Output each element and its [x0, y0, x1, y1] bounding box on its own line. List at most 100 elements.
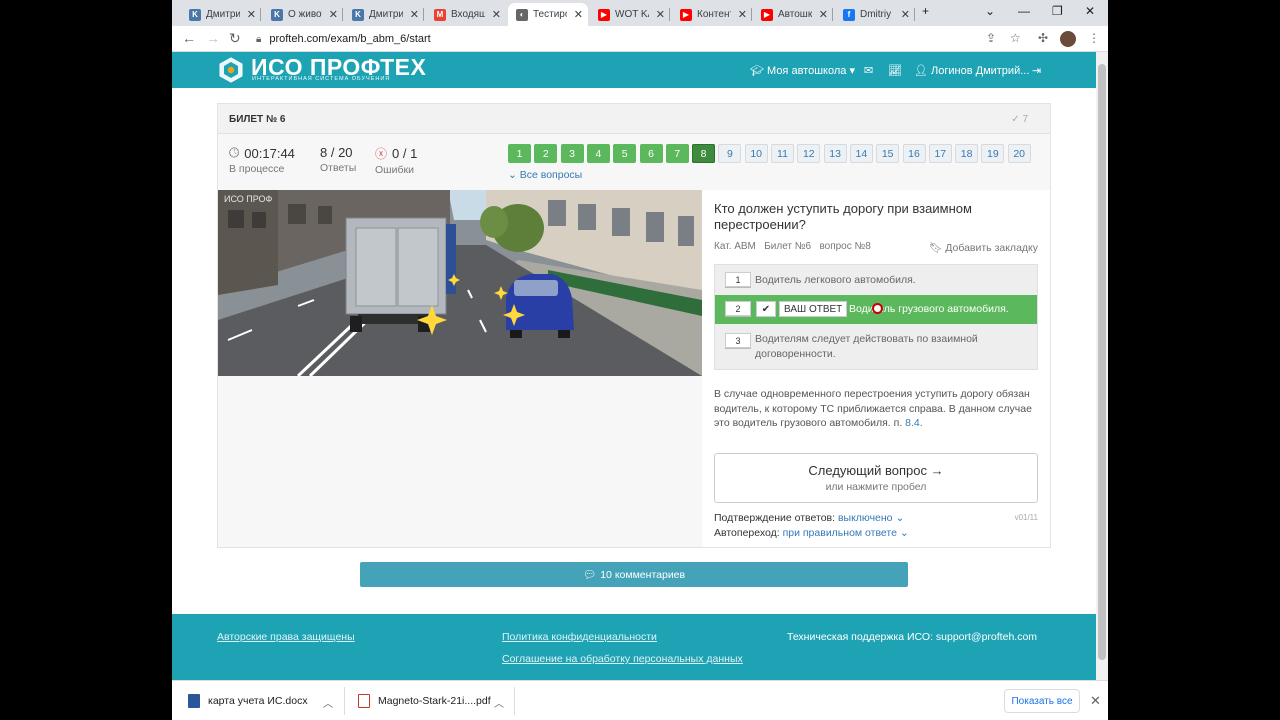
download-item-1[interactable]: карта учета ИС.docx ︿ [188, 681, 338, 720]
question-number-button[interactable]: 18 [955, 144, 979, 163]
bookmark-star-icon[interactable]: ☆ [1010, 31, 1021, 45]
close-tab-icon[interactable]: ✕ [901, 8, 910, 21]
privacy-link[interactable]: Политика конфиденциальности [502, 631, 657, 643]
new-tab-icon[interactable]: + [922, 4, 929, 18]
question-number-button[interactable]: 2 [534, 144, 558, 163]
envelope-icon[interactable]: ✉ [864, 64, 873, 77]
chevron-up-icon[interactable]: ︿ [323, 695, 333, 710]
confirm-dropdown[interactable]: выключено ⌄ [838, 512, 904, 524]
menu-icon[interactable]: ⋮ [1088, 31, 1100, 45]
question-number-button[interactable]: 5 [613, 144, 637, 163]
comments-button[interactable]: 💬︎ 10 комментариев [360, 562, 908, 587]
question-number-button[interactable]: 8 [692, 144, 716, 163]
next-question-hint: или нажмите пробел [825, 481, 927, 493]
browser-tab[interactable]: K О живот ✕ [263, 3, 343, 26]
question-number-button[interactable]: 10 [744, 144, 768, 163]
confirm-label: Подтверждение ответов: [714, 512, 836, 524]
user-menu[interactable]: 👤︎ Логинов Дмитрий... [914, 64, 1029, 77]
browser-tab[interactable]: K Дмитрий ✕ [181, 3, 261, 26]
exam-card: БИЛЕТ № 6 ✓ 7 🕓︎ 00:17:44 В процессе 8 / … [217, 103, 1051, 548]
stats-chart-icon[interactable]: 📈︎ [888, 64, 902, 77]
question-number-button[interactable]: 14 [849, 144, 873, 163]
close-window-icon[interactable]: ✕ [1085, 4, 1095, 18]
browser-tab[interactable]: f Dmitriy ✕ [835, 3, 915, 26]
explanation: В случае одновременного перестроения уст… [714, 387, 1036, 431]
question-number-button[interactable]: 15 [876, 144, 900, 163]
scrollbar-thumb[interactable] [1098, 64, 1106, 660]
browser-tab[interactable]: ▶ WOT KA ✕ [590, 3, 670, 26]
close-tab-icon[interactable]: ✕ [656, 8, 665, 21]
copyright-link[interactable]: Авторские права защищены [217, 631, 355, 643]
tab-title: Тестиро [533, 9, 567, 20]
chevron-down-icon: ⌄ [895, 512, 905, 524]
close-tab-icon[interactable]: ✕ [738, 8, 747, 21]
tab-title: Контент [697, 9, 731, 20]
question-image: ИСО ПРОФ [218, 190, 702, 376]
question-number-button[interactable]: 17 [928, 144, 952, 163]
card-header: БИЛЕТ № 6 ✓ 7 [218, 104, 1050, 134]
chevron-up-icon[interactable]: ︿ [494, 695, 504, 710]
logo-title[interactable]: ИСО ПРОФТЕХ [251, 56, 426, 79]
download-name: Magneto-Stark-21i....pdf [378, 695, 491, 707]
tab-title: Входящ [451, 9, 485, 20]
url-field[interactable]: 🔒︎ profteh.com/exam/b_abm_6/start [256, 30, 431, 48]
tab-separator [342, 8, 343, 21]
back-icon[interactable]: ← [182, 30, 196, 46]
question-number-button[interactable]: 20 [1007, 144, 1031, 163]
question-number-button[interactable]: 9 [718, 144, 742, 163]
close-downloads-icon[interactable]: ✕ [1090, 693, 1101, 709]
browser-tab[interactable]: M Входящ ✕ [426, 3, 506, 26]
check-count: ✓ 7 [1011, 114, 1028, 125]
extensions-icon[interactable]: ✣ [1038, 31, 1048, 45]
question-number-button[interactable]: 16 [902, 144, 926, 163]
scrollbar[interactable] [1096, 52, 1108, 680]
close-tab-icon[interactable]: ✕ [492, 8, 501, 21]
question-number-button[interactable]: 7 [665, 144, 689, 163]
bookmark-icon: 🔖︎ [928, 242, 943, 254]
profteh-icon: ◐ [516, 8, 528, 21]
question-number-button[interactable]: 13 [823, 144, 847, 163]
logo-icon[interactable] [218, 57, 244, 83]
forward-icon[interactable]: → [206, 30, 220, 46]
close-tab-icon[interactable]: ✕ [329, 8, 338, 21]
close-tab-icon[interactable]: ✕ [410, 8, 419, 21]
autoadvance-dropdown[interactable]: при правильном ответе ⌄ [783, 527, 909, 539]
add-bookmark-button[interactable]: 🔖︎ Добавить закладку [929, 241, 1038, 254]
answer-option-1[interactable]: 1 Водитель легкового автомобиля. [715, 265, 1037, 295]
answer-option-3[interactable]: 3 Водителям следует действовать по взаим… [715, 324, 1037, 370]
reload-icon[interactable]: ↻ [229, 30, 241, 47]
share-icon[interactable]: ⇪ [986, 31, 996, 45]
personal-data-link[interactable]: Соглашение на обработку персональных дан… [502, 653, 743, 665]
logout-icon[interactable]: ⇥ [1032, 64, 1041, 77]
not-allowed-cursor-icon [872, 303, 883, 314]
browser-tab[interactable]: ▶ Контент ✕ [672, 3, 752, 26]
question-number-button[interactable]: 4 [586, 144, 610, 163]
answer-option-2[interactable]: 2 ✔ ВАШ ОТВЕТ Водитель грузового автомоб… [715, 295, 1037, 324]
restore-icon[interactable]: ❐ [1052, 4, 1063, 18]
question-number-button[interactable]: 12 [797, 144, 821, 163]
question-number-button[interactable]: 6 [639, 144, 663, 163]
close-tab-icon[interactable]: ✕ [819, 8, 828, 21]
answer-number: 2 [725, 301, 751, 316]
minimize-icon[interactable]: — [1018, 4, 1030, 18]
browser-tab[interactable]: ▶ Автошк ✕ [753, 3, 833, 26]
browser-tab[interactable]: K Дмитрий ✕ [344, 3, 424, 26]
address-bar: ← → ↻ 🔒︎ profteh.com/exam/b_abm_6/start … [172, 26, 1108, 52]
browser-tab[interactable]: ◐ Тестиро ✕ [508, 3, 588, 26]
question-number-button[interactable]: 11 [771, 144, 794, 163]
download-item-2[interactable]: Magneto-Stark-21i....pdf ︿ [358, 681, 508, 720]
profile-avatar[interactable] [1060, 31, 1076, 47]
question-number-button[interactable]: 3 [560, 144, 584, 163]
vk-icon: K [352, 8, 364, 21]
close-tab-icon[interactable]: ✕ [574, 8, 583, 21]
show-all-downloads-button[interactable]: Показать все [1004, 689, 1080, 713]
rule-link[interactable]: 8.4. [905, 417, 923, 429]
next-question-label: Следующий вопрос → [808, 463, 944, 478]
close-tab-icon[interactable]: ✕ [247, 8, 256, 21]
tab-search-icon[interactable]: ⌄ [985, 4, 995, 18]
all-questions-link[interactable]: ⌄ Все вопросы [508, 169, 582, 181]
question-number-button[interactable]: 19 [981, 144, 1005, 163]
question-number-button[interactable]: 1 [508, 144, 531, 163]
next-question-button[interactable]: Следующий вопрос → или нажмите пробел [714, 453, 1038, 503]
school-menu[interactable]: 🎓︎ Моя автошкола ▾ [750, 64, 855, 77]
